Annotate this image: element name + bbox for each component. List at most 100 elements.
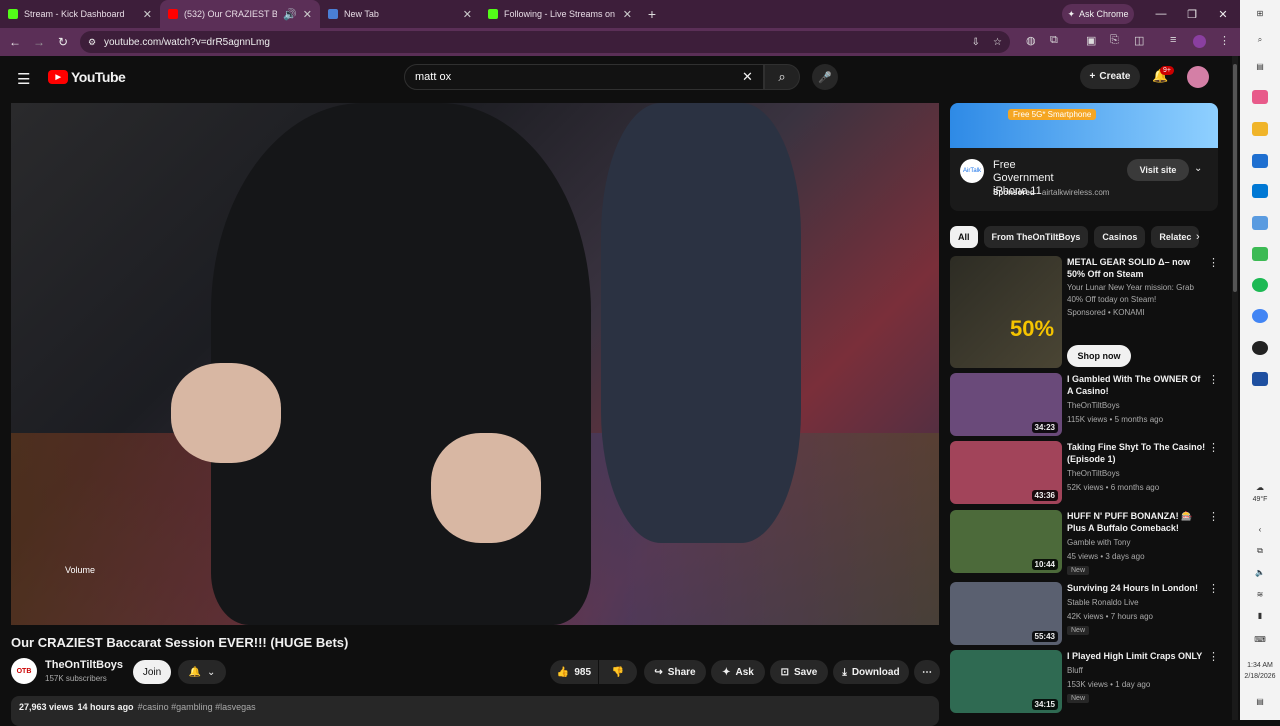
recommendation-item[interactable]: 34:15 I Played High Limit Craps ONLY Blu… [950,650,1230,714]
channel-avatar[interactable]: OTB [11,658,37,684]
minimize-icon[interactable]: — [1146,0,1176,28]
channel-name[interactable]: TheOnTiltBoys [1067,468,1207,480]
close-tab-icon[interactable]: ✕ [143,8,152,21]
app-icon[interactable] [1252,341,1268,355]
more-options-icon[interactable]: ⋮ [1208,373,1219,386]
video-title[interactable]: Surviving 24 Hours In London! [1067,582,1207,594]
screenshot-icon[interactable]: ▣ [1086,34,1096,47]
hashtags[interactable]: #casino #gambling #lasvegas [138,702,256,712]
video-title[interactable]: I Played High Limit Craps ONLY [1067,650,1207,662]
download-button[interactable]: ⤓ Download [833,660,909,684]
video-player[interactable]: Volume [11,103,939,625]
like-button[interactable]: 👍 985 [550,660,598,684]
recommendation-item[interactable]: 34:23 I Gambled With The OWNER Of A Casi… [950,373,1230,437]
chrome-icon[interactable] [1252,309,1268,323]
thumbnail[interactable]: 34:23 [950,373,1062,436]
close-window-icon[interactable]: ✕ [1208,0,1238,28]
channel-name[interactable]: TheOnTiltBoys [45,659,123,671]
visit-site-button[interactable]: Visit site [1127,159,1189,181]
video-title[interactable]: Taking Fine Shyt To The Casino! (Episode… [1067,441,1207,465]
copilot-icon[interactable] [1252,90,1268,104]
reload-icon[interactable]: ↻ [51,35,75,49]
extensions-puzzle-icon[interactable]: ⧉ [1050,34,1058,47]
clear-search-icon[interactable]: ✕ [742,69,753,85]
browser-tab-3[interactable]: New Tab ✕ [320,0,480,28]
mail-icon[interactable] [1252,184,1268,198]
ask-chrome-button[interactable]: ✦ Ask Chrome [1062,4,1134,24]
speaker-icon[interactable]: 🔊 [283,8,297,21]
extension-globe-icon[interactable]: ◍ [1026,34,1036,47]
back-icon[interactable]: ← [3,35,27,49]
more-options-icon[interactable]: ⋮ [1208,510,1219,523]
browser-tab-2[interactable]: (532) Our CRAZIEST Baccara 🔊 ✕ [160,0,320,28]
app-icon[interactable] [1252,372,1268,386]
wifi-icon[interactable]: ≋ [1252,587,1268,601]
scrollbar[interactable] [1232,56,1238,720]
channel-name[interactable]: TheOnTiltBoys [1067,400,1207,412]
store-icon[interactable] [1252,154,1268,168]
browser-tab-4[interactable]: Following - Live Streams on Kic ✕ [480,0,640,28]
dislike-button[interactable]: 👎 [599,660,637,684]
chip-all[interactable]: All [950,226,978,248]
volume-icon[interactable]: 🔈 [1252,565,1268,579]
bookmark-star-icon[interactable]: ☆ [993,37,1002,48]
share-button[interactable]: ↪ Share [644,660,706,684]
browser-tab-1[interactable]: Stream - Kick Dashboard ✕ [0,0,160,28]
thumbnail[interactable]: 43:36 [950,441,1062,504]
create-button[interactable]: + Create [1080,64,1140,89]
edge-icon[interactable] [1252,247,1268,261]
menu-dots-icon[interactable]: ⋮ [1219,34,1230,47]
keyboard-icon[interactable]: ⌨ [1252,632,1268,646]
description-box[interactable]: 27,963 views 14 hours ago #casino #gamblin… [11,696,939,726]
new-tab-icon[interactable]: + [640,6,664,22]
tray-icon[interactable]: ⧉ [1252,544,1268,558]
close-tab-icon[interactable]: ✕ [463,8,472,21]
thumbnail[interactable]: 10:44 [950,510,1062,573]
maximize-icon[interactable]: ❐ [1177,0,1207,28]
account-avatar[interactable] [1187,66,1209,88]
forward-icon[interactable]: → [27,35,51,49]
install-icon[interactable]: ⇩ [972,37,980,48]
file-explorer-icon[interactable] [1252,122,1268,136]
address-bar[interactable]: ⚙ youtube.com/watch?v=drR5agnnLmg ⇩ ☆ [80,31,1010,53]
close-tab-icon[interactable]: ✕ [623,8,632,21]
channel-name[interactable]: Stable Ronaldo Live [1067,597,1207,609]
thumbnail[interactable]: 55:43 [950,582,1062,645]
more-options-icon[interactable]: ⋮ [1208,256,1219,269]
battery-icon[interactable]: ▮ [1252,608,1268,622]
hamburger-menu-icon[interactable]: ☰ [17,70,30,88]
split-view-icon[interactable]: ◫ [1134,34,1144,47]
windows-start-icon[interactable]: ⊞ [1252,6,1268,20]
search-button[interactable]: ⌕ [764,64,800,90]
cast-icon[interactable]: ⎘ [1110,34,1119,47]
thumbnail[interactable]: 50% [950,256,1062,368]
scrollbar-thumb[interactable] [1233,64,1237,292]
join-button[interactable]: Join [133,660,171,684]
voice-search-button[interactable]: 🎤 [812,64,838,90]
media-controls-icon[interactable]: ≡ [1170,34,1176,46]
more-options-icon[interactable]: ⋮ [1208,650,1219,663]
weather-icon[interactable]: ☁ [1252,480,1268,494]
thumbnail[interactable]: 34:15 [950,650,1062,713]
site-info-icon[interactable]: ⚙ [88,37,96,48]
chip-from-channel[interactable]: From TheOnTiltBoys [983,226,1089,248]
close-tab-icon[interactable]: ✕ [303,8,312,21]
spotify-icon[interactable] [1252,278,1268,292]
recommendation-item[interactable]: 10:44 HUFF N' PUFF BONANZA! 🎰 Plus A Buf… [950,510,1230,575]
save-button[interactable]: ⊡ Save [770,660,828,684]
ad-banner[interactable]: Free 5G* Smartphone [950,103,1218,148]
recommendation-ad[interactable]: 50% METAL GEAR SOLID Δ– now 50% Off on S… [950,256,1230,368]
notifications-icon[interactable]: ▤ [1252,694,1268,708]
profile-avatar[interactable] [1193,35,1206,48]
more-options-icon[interactable]: ⋮ [1208,582,1219,595]
channel-name[interactable]: Bluff [1067,665,1207,677]
task-view-icon[interactable]: ▤ [1252,59,1268,73]
chevron-down-icon[interactable]: ⌄ [1194,163,1202,174]
search-icon[interactable]: ⌕ [1252,33,1268,47]
sponsored-ad-card[interactable]: Free 5G* Smartphone AirTalk Free Governm… [950,103,1218,211]
video-title[interactable]: METAL GEAR SOLID Δ– now 50% Off on Steam [1067,256,1207,280]
recommendation-item[interactable]: 43:36 Taking Fine Shyt To The Casino! (E… [950,441,1230,505]
more-options-icon[interactable]: ⋮ [1208,441,1219,454]
chip-related[interactable]: Relatec [1151,226,1200,248]
youtube-logo[interactable]: ▶ YouTube [48,69,126,85]
